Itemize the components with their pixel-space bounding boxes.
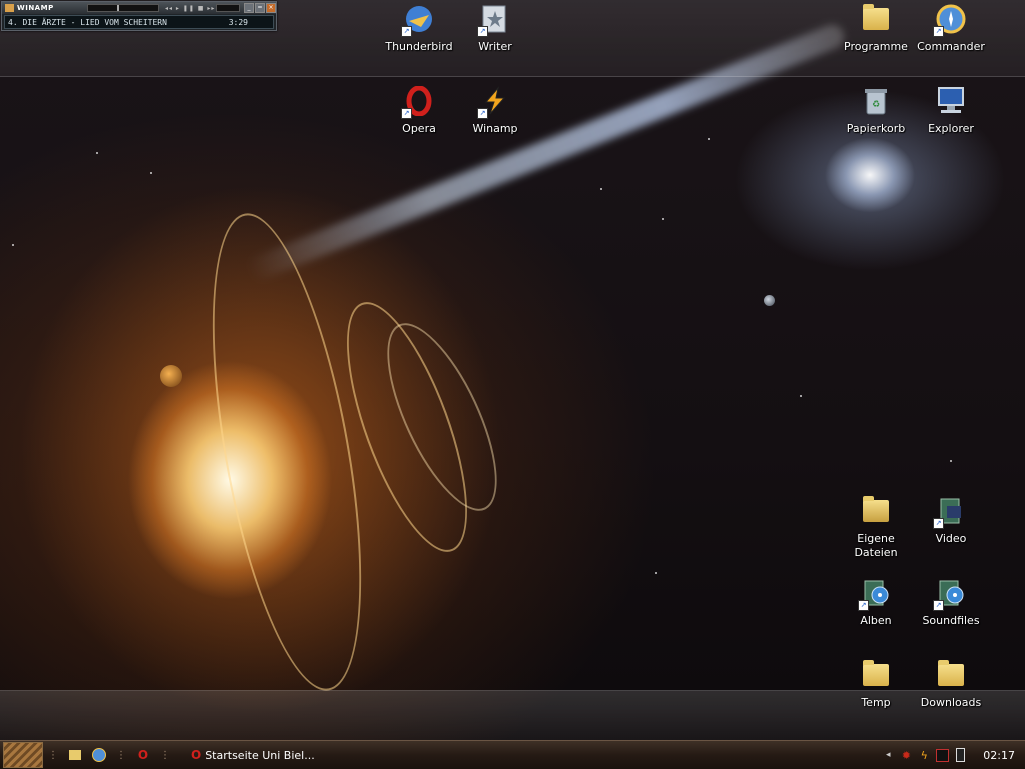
desktop-icon-thunderbird[interactable]: ↗ Thunderbird — [381, 2, 457, 54]
icon-label-line: Eigene — [857, 532, 895, 545]
icon-label: Soundfiles — [922, 614, 980, 627]
icon-label: Eigene Dateien — [838, 532, 914, 560]
opera-icon: ↗ — [401, 84, 436, 119]
icon-label: Video — [935, 532, 967, 545]
desktop-icon-explorer[interactable]: Explorer — [913, 84, 989, 136]
toolbar-grip-icon[interactable]: ⋮ — [160, 750, 170, 761]
winamp-seek-bar[interactable] — [87, 4, 159, 12]
clock[interactable]: 02:17 — [983, 749, 1015, 762]
icon-label: Thunderbird — [385, 40, 453, 53]
small-planet — [764, 295, 775, 306]
winamp-title: WINAMP — [17, 4, 54, 12]
winamp-controls-icon[interactable]: ◂◂ ▸ ❚❚ ■ ▸▸ — [165, 5, 215, 12]
writer-icon: ↗ — [477, 2, 512, 37]
task-label: Startseite Uni Biel... — [205, 748, 315, 762]
star — [96, 152, 98, 154]
toolbar-grip-icon[interactable]: ⋮ — [48, 750, 58, 761]
desktop-icon-video[interactable]: ↗ Video — [913, 494, 989, 546]
icon-label: Downloads — [920, 696, 982, 709]
winamp-window[interactable]: WINAMP ◂◂ ▸ ❚❚ ■ ▸▸ _ = × 4. DIE ÄRZTE -… — [1, 1, 277, 31]
quicklaunch-commander-icon[interactable] — [91, 747, 107, 763]
app-tray-icon[interactable] — [935, 748, 949, 762]
folder-icon — [934, 658, 968, 692]
icon-label: Explorer — [928, 122, 974, 135]
icon-label: Alben — [860, 614, 892, 627]
folder-icon — [859, 2, 893, 36]
star — [150, 172, 152, 174]
shortcut-arrow-icon: ↗ — [933, 518, 944, 529]
toolbar-grip-icon[interactable]: ⋮ — [116, 750, 126, 761]
icon-label: Commander — [917, 40, 985, 53]
winamp-track-title: 4. DIE ÄRZTE - LIED VOM SCHEITERN — [8, 17, 167, 27]
icon-label: Winamp — [472, 122, 518, 135]
winamp-volume-slider[interactable] — [216, 4, 240, 12]
recycle-bin-icon: ♻ — [859, 84, 893, 118]
computer-icon — [934, 84, 968, 118]
quicklaunch-opera-icon[interactable]: O — [135, 747, 151, 763]
icon-label: Papierkorb — [846, 122, 906, 135]
desktop-icon-downloads[interactable]: Downloads — [913, 658, 989, 710]
star — [12, 244, 14, 246]
star — [662, 218, 664, 220]
star — [600, 188, 602, 190]
planet-ring — [183, 202, 391, 702]
desktop-icon-winamp[interactable]: ↗ Winamp — [457, 84, 533, 136]
shortcut-arrow-icon: ↗ — [401, 26, 412, 37]
quicklaunch-folder-icon[interactable] — [67, 747, 83, 763]
shortcut-arrow-icon: ↗ — [401, 108, 412, 119]
security-tray-icon[interactable]: ✹ — [899, 748, 913, 762]
icon-label: Opera — [402, 122, 436, 135]
close-icon[interactable]: × — [266, 3, 276, 13]
documents-folder-icon — [859, 494, 893, 528]
seek-thumb[interactable] — [117, 5, 120, 11]
winamp-track-time: 3:29 — [228, 17, 248, 27]
desktop-icon-temp[interactable]: Temp — [838, 658, 914, 710]
star — [655, 572, 657, 574]
star — [708, 138, 710, 140]
icon-label: Writer — [478, 40, 512, 53]
winamp-icon: ↗ — [477, 84, 512, 119]
video-folder-icon: ↗ — [933, 494, 968, 529]
desktop-icon-writer[interactable]: ↗ Writer — [457, 2, 533, 54]
music-folder-icon: ↗ — [858, 576, 893, 611]
icon-label: Temp — [861, 696, 891, 709]
svg-text:♻: ♻ — [872, 100, 880, 110]
thunderbird-icon: ↗ — [401, 2, 436, 37]
winamp-display: 4. DIE ÄRZTE - LIED VOM SCHEITERN 3:29 — [4, 15, 274, 29]
icon-label: Programme — [844, 40, 908, 53]
desktop-icon-papierkorb[interactable]: ♻ Papierkorb — [838, 84, 914, 136]
shortcut-arrow-icon: ↗ — [477, 26, 488, 37]
shortcut-arrow-icon: ↗ — [933, 26, 944, 37]
star — [950, 460, 952, 462]
shortcut-arrow-icon: ↗ — [477, 108, 488, 119]
taskbar: ⋮ ⋮ O ⋮ O Startseite Uni Biel... ◂ ✹ ϟ 0… — [0, 740, 1025, 769]
desktop-icon-eigene-dateien[interactable]: Eigene Dateien — [838, 494, 914, 560]
small-planet — [160, 365, 182, 387]
desktop-icon-programme[interactable]: Programme — [838, 2, 914, 54]
commander-icon: ↗ — [933, 2, 968, 37]
winamp-titlebar[interactable]: WINAMP ◂◂ ▸ ❚❚ ■ ▸▸ _ = × — [2, 2, 276, 14]
desktop-icon-opera[interactable]: ↗ Opera — [381, 84, 457, 136]
shortcut-arrow-icon: ↗ — [858, 600, 869, 611]
icon-label-line: Dateien — [854, 546, 898, 559]
desktop-icon-alben[interactable]: ↗ Alben — [838, 576, 914, 628]
music-folder-icon: ↗ — [933, 576, 968, 611]
device-tray-icon[interactable] — [953, 748, 967, 762]
opera-icon: O — [191, 748, 202, 762]
desktop-icon-soundfiles[interactable]: ↗ Soundfiles — [913, 576, 989, 628]
minimize-icon[interactable]: _ — [244, 3, 254, 13]
winamp-logo-icon — [5, 4, 14, 12]
start-button[interactable] — [3, 742, 43, 768]
shade-icon[interactable]: = — [255, 3, 265, 13]
folder-icon — [859, 658, 893, 692]
desktop-icon-commander[interactable]: ↗ Commander — [913, 2, 989, 54]
winamp-tray-icon[interactable]: ϟ — [917, 748, 931, 762]
star — [800, 395, 802, 397]
shortcut-arrow-icon: ↗ — [933, 600, 944, 611]
chevron-left-icon[interactable]: ◂ — [881, 748, 895, 762]
taskbar-item-browser[interactable]: O Startseite Uni Biel... — [185, 744, 321, 766]
system-tray: ◂ ✹ ϟ 02:17 — [879, 741, 1025, 769]
